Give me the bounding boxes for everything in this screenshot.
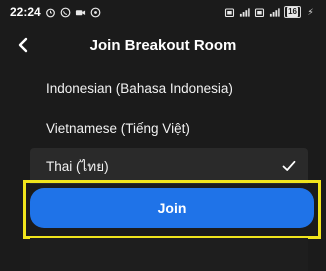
option-label: Thai (ไทย)	[46, 159, 109, 174]
whatsapp-icon	[60, 7, 71, 18]
join-button-label: Join	[157, 200, 187, 216]
header: Join Breakout Room	[0, 28, 326, 62]
video-icon	[75, 7, 86, 18]
option-thai[interactable]: Thai (ไทย)	[30, 148, 308, 184]
battery-level: 16	[287, 7, 298, 17]
option-indonesian[interactable]: Indonesian (Bahasa Indonesia)	[30, 70, 308, 106]
option-vietnamese[interactable]: Vietnamese (Tiếng Việt)	[30, 110, 308, 146]
alarm-icon	[45, 7, 56, 18]
signal-icon-1	[239, 7, 250, 18]
bottom-area	[30, 238, 308, 271]
status-bar-right: 16 ⚡	[224, 6, 316, 18]
battery-icon: 16	[284, 6, 301, 18]
join-breakout-room-screen: 22:24 16 ⚡ Join Breakout Room Indonesian…	[0, 0, 326, 271]
check-icon	[282, 159, 296, 173]
sim-icon	[224, 7, 235, 18]
status-time: 22:24	[10, 5, 41, 19]
join-button[interactable]: Join	[30, 188, 314, 228]
option-label: Indonesian (Bahasa Indonesia)	[46, 80, 233, 96]
lock-icon	[90, 7, 101, 18]
option-label: Vietnamese (Tiếng Việt)	[46, 120, 190, 136]
signal-icon-2	[269, 7, 280, 18]
sim-icon-2	[254, 7, 265, 18]
status-bar: 22:24 16 ⚡	[0, 0, 326, 24]
charging-icon: ⚡	[307, 6, 314, 17]
page-title: Join Breakout Room	[89, 37, 237, 54]
status-bar-left: 22:24	[10, 5, 101, 19]
